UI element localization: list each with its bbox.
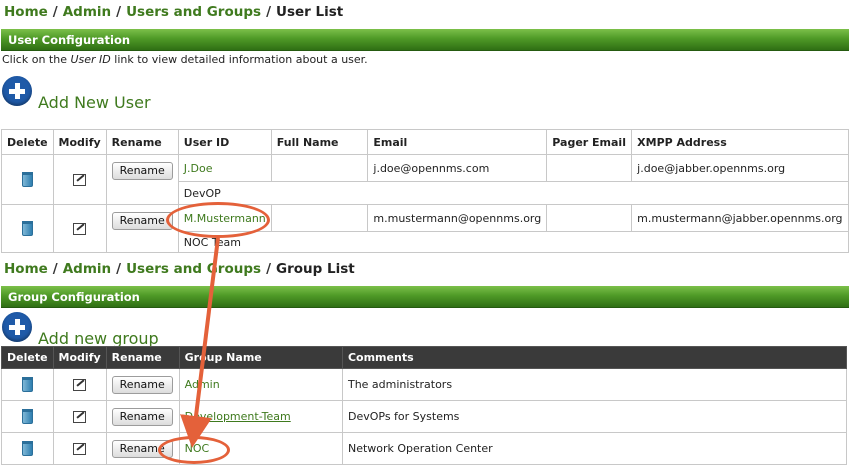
delete-cell [1,432,54,465]
pager-email-cell [546,204,633,232]
table-row: Rename Development-Team DevOPs for Syste… [1,400,848,433]
full-name-cell [270,204,369,232]
modify-cell [52,368,107,401]
col-delete: Delete [1,346,54,369]
highlight-ellipse-group [158,436,230,464]
add-new-group[interactable]: Add new group [2,312,159,348]
col-comments: Comments [341,346,848,369]
delete-cell [1,154,54,205]
user-table-header: Delete Modify Rename User ID Full Name E… [1,129,849,155]
full-name-cell [270,154,369,182]
group-name-cell: Development-Team [178,400,343,433]
group-table: Delete Modify Rename Group Name Comments… [1,346,848,465]
edit-icon[interactable] [73,223,87,235]
breadcrumb-separator: / [116,4,122,20]
email-cell: j.doe@opennms.com [367,154,548,182]
group-configuration-header: Group Configuration [1,286,849,308]
user-id-link[interactable]: J.Doe [184,162,213,175]
modify-cell [52,154,107,205]
trash-icon[interactable] [21,172,33,187]
col-modify: Modify [52,346,107,369]
rename-button[interactable]: Rename [111,212,173,230]
table-row: Rename J.Doe j.doe@opennms.com j.doe@jab… [1,154,849,205]
breadcrumb-admin[interactable]: Admin [63,261,111,277]
delete-cell [1,368,54,401]
breadcrumb-admin[interactable]: Admin [63,4,111,20]
breadcrumb-separator: / [52,261,58,277]
col-email: Email [367,129,548,155]
edit-icon[interactable] [73,379,87,391]
group-table-header: Delete Modify Rename Group Name Comments [1,346,848,369]
rename-cell: Rename [105,368,180,401]
breadcrumb-separator: / [266,261,271,277]
group-name-link[interactable]: Admin [185,378,220,391]
breadcrumb-users-and-groups[interactable]: Users and Groups [126,261,261,277]
col-rename: Rename [105,346,180,369]
breadcrumb-users-and-groups[interactable]: Users and Groups [126,4,261,20]
table-row: Rename M.Mustermann m.mustermann@opennms… [1,204,849,253]
rename-button[interactable]: Rename [111,162,173,180]
breadcrumb-home[interactable]: Home [4,4,48,20]
col-group-name: Group Name [178,346,343,369]
breadcrumb-current: User List [276,4,344,20]
breadcrumb-separator: / [266,4,271,20]
comment-cell: DevOPs for Systems [341,400,848,433]
col-full-name: Full Name [270,129,369,155]
group-breadcrumb: Home / Admin / Users and Groups / Group List [4,261,355,277]
add-icon[interactable] [2,312,32,342]
rename-button[interactable]: Rename [111,375,173,394]
edit-icon[interactable] [73,411,87,423]
rename-cell: Rename [105,204,179,253]
col-delete: Delete [1,129,54,155]
col-pager-email: Pager Email [546,129,633,155]
trash-icon[interactable] [21,409,33,424]
user-description: DevOP [177,181,850,205]
delete-cell [1,204,54,253]
modify-cell [52,204,107,253]
group-name-link[interactable]: Development-Team [185,410,291,423]
breadcrumb-current: Group List [276,261,355,277]
comment-cell: Network Operation Center [341,432,848,465]
rename-cell: Rename [105,154,179,205]
add-icon[interactable] [2,76,32,106]
xmpp-cell: m.mustermann@jabber.opennms.org [631,204,849,232]
trash-icon[interactable] [21,377,33,392]
xmpp-cell: j.doe@jabber.opennms.org [631,154,849,182]
comment-cell: The administrators [341,368,848,401]
table-row: Rename NOC Network Operation Center [1,432,848,465]
trash-icon[interactable] [21,221,33,236]
user-hint-text: Click on the User ID link to view detail… [2,53,368,66]
col-user-id: User ID [177,129,272,155]
hint-text-start: Click on the [2,53,71,66]
col-xmpp-address: XMPP Address [631,129,849,155]
pager-email-cell [546,154,633,182]
add-new-user-label[interactable]: Add New User [38,93,151,112]
rename-button[interactable]: Rename [111,407,173,426]
breadcrumb-separator: / [116,261,122,277]
edit-icon[interactable] [73,443,87,455]
user-id-cell: J.Doe [177,154,272,182]
user-configuration-header: User Configuration [1,29,849,51]
col-modify: Modify [52,129,107,155]
modify-cell [52,400,107,433]
table-row: Rename Admin The administrators [1,368,848,401]
hint-text-emphasis: User ID [70,53,111,66]
modify-cell [52,432,107,465]
breadcrumb-home[interactable]: Home [4,261,48,277]
trash-icon[interactable] [21,441,33,456]
breadcrumb-separator: / [52,4,58,20]
breadcrumb: Home / Admin / Users and Groups / User List [4,4,343,20]
col-rename: Rename [105,129,179,155]
user-table: Delete Modify Rename User ID Full Name E… [1,129,850,253]
rename-cell: Rename [105,400,180,433]
hint-text-end: link to view detailed information about … [110,53,368,66]
add-new-user[interactable]: Add New User [2,76,151,112]
delete-cell [1,400,54,433]
edit-icon[interactable] [73,174,87,186]
user-description: NOC Team [177,231,850,253]
email-cell: m.mustermann@opennms.org [367,204,548,232]
highlight-ellipse-user [166,202,270,238]
group-name-cell: Admin [178,368,343,401]
